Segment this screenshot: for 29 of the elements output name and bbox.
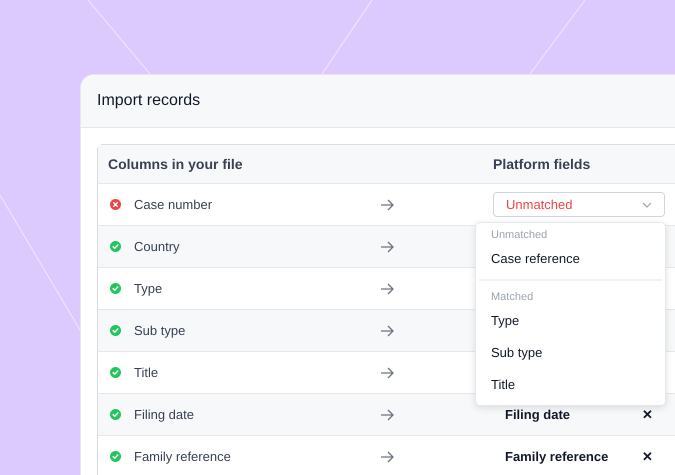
dropdown-option[interactable]: Title [479,369,662,401]
column-name: Case number [134,196,212,214]
dropdown-option[interactable]: Type [479,305,662,337]
arrow-right-icon [380,198,395,210]
mapped-field: Family reference [505,446,608,466]
arrow-right-icon [380,282,395,294]
column-name: Country [134,238,180,256]
remove-button[interactable]: ✕ [642,408,653,421]
column-name: Sub type [134,322,186,340]
arrow-right-icon [380,408,395,420]
arrow-right-icon [380,366,395,378]
dropdown-option[interactable]: Sub type [479,337,662,369]
group-label: Matched [491,290,534,305]
column-name: Family reference [134,448,231,466]
arrow-right-icon [380,324,395,336]
column-name: Filing date [134,406,194,424]
column-name: Type [134,280,162,298]
column-name: Title [134,364,158,382]
mapped-field: Filing date [505,404,570,424]
arrow-right-icon [380,450,395,462]
dialog-title: Import records [97,91,200,111]
arrow-right-icon [380,240,395,252]
dropdown-option[interactable]: Case reference [479,243,662,275]
column-header: Platform fields [493,154,590,174]
column-header: Columns in your file [107,154,244,174]
remove-button[interactable]: ✕ [642,450,653,463]
field-select[interactable]: Unmatched [493,192,665,217]
group-label: Unmatched [491,228,548,243]
chevron-down-icon [642,202,652,208]
